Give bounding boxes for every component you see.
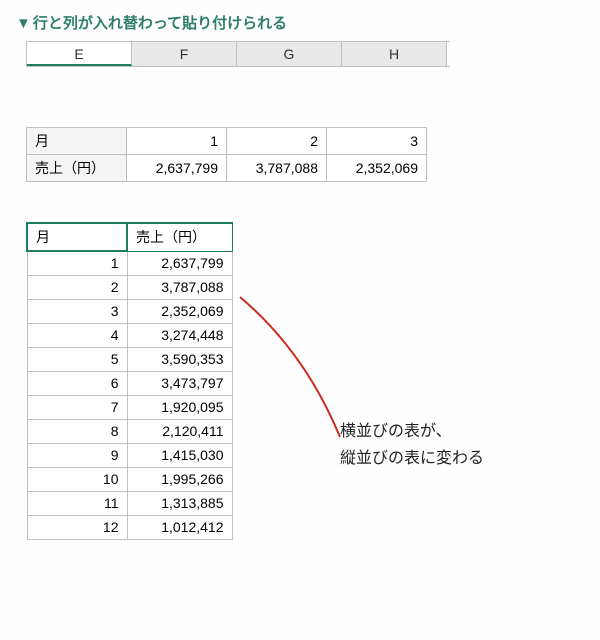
month-cell[interactable]: 1 [27, 251, 127, 275]
annotation-line1: 横並びの表が、 [340, 418, 484, 445]
sales-cell[interactable]: 3,274,448 [127, 323, 232, 347]
horizontal-table: 月 1 2 3 売上（円） 2,637,799 3,787,088 2,352,… [26, 127, 427, 182]
sales-cell[interactable]: 2,352,069 [127, 299, 232, 323]
annotation-text: 横並びの表が、 縦並びの表に変わる [340, 418, 484, 472]
month-cell[interactable]: 11 [27, 491, 127, 515]
month-cell[interactable]: 7 [27, 395, 127, 419]
table-row: 売上（円） 2,637,799 3,787,088 2,352,069 [27, 155, 427, 182]
month-cell[interactable]: 9 [27, 443, 127, 467]
table-row: 23,787,088 [27, 275, 232, 299]
table-row: 91,415,030 [27, 443, 232, 467]
section-heading: ▼行と列が入れ替わって貼り付けられる [16, 12, 584, 33]
table-row: 101,995,266 [27, 467, 232, 491]
sales-cell[interactable]: 1,415,030 [127, 443, 232, 467]
sales-cell[interactable]: 3,787,088 [227, 155, 327, 182]
sales-cell[interactable]: 3,473,797 [127, 371, 232, 395]
heading-text: 行と列が入れ替わって貼り付けられる [33, 15, 287, 32]
row-label-month[interactable]: 月 [27, 128, 127, 155]
table-row: 月 1 2 3 [27, 128, 427, 155]
month-cell[interactable]: 10 [27, 467, 127, 491]
table-row: 53,590,353 [27, 347, 232, 371]
month-cell[interactable]: 2 [227, 128, 327, 155]
sales-cell[interactable]: 1,995,266 [127, 467, 232, 491]
table-row: 121,012,412 [27, 515, 232, 539]
table-header-row: 月 売上（円） [27, 223, 232, 251]
sales-cell[interactable]: 1,012,412 [127, 515, 232, 539]
triangle-marker-icon: ▼ [16, 15, 31, 32]
col-header-e[interactable]: E [27, 42, 132, 66]
sales-cell[interactable]: 2,120,411 [127, 419, 232, 443]
header-sales[interactable]: 売上（円） [127, 223, 232, 251]
sales-cell[interactable]: 2,637,799 [127, 155, 227, 182]
month-cell[interactable]: 3 [327, 128, 427, 155]
month-cell[interactable]: 4 [27, 323, 127, 347]
col-header-h[interactable]: H [342, 42, 447, 66]
month-cell[interactable]: 6 [27, 371, 127, 395]
spreadsheet-column-headers: E F G H [26, 41, 450, 67]
month-cell[interactable]: 8 [27, 419, 127, 443]
month-cell[interactable]: 5 [27, 347, 127, 371]
sales-cell[interactable]: 1,920,095 [127, 395, 232, 419]
table-row: 43,274,448 [27, 323, 232, 347]
annotation-line2: 縦並びの表に変わる [340, 445, 484, 472]
table-row: 12,637,799 [27, 251, 232, 275]
col-header-g[interactable]: G [237, 42, 342, 66]
table-row: 71,920,095 [27, 395, 232, 419]
sales-cell[interactable]: 1,313,885 [127, 491, 232, 515]
table-row: 63,473,797 [27, 371, 232, 395]
month-cell[interactable]: 12 [27, 515, 127, 539]
table-row: 111,313,885 [27, 491, 232, 515]
sales-cell[interactable]: 3,787,088 [127, 275, 232, 299]
table-row: 32,352,069 [27, 299, 232, 323]
header-month[interactable]: 月 [27, 223, 127, 251]
month-cell[interactable]: 3 [27, 299, 127, 323]
sales-cell[interactable]: 2,352,069 [327, 155, 427, 182]
row-label-sales[interactable]: 売上（円） [27, 155, 127, 182]
col-header-f[interactable]: F [132, 42, 237, 66]
vertical-table: 月 売上（円） 12,637,799 23,787,088 32,352,069… [26, 222, 233, 540]
sales-cell[interactable]: 2,637,799 [127, 251, 232, 275]
month-cell[interactable]: 1 [127, 128, 227, 155]
table-row: 82,120,411 [27, 419, 232, 443]
month-cell[interactable]: 2 [27, 275, 127, 299]
sales-cell[interactable]: 3,590,353 [127, 347, 232, 371]
